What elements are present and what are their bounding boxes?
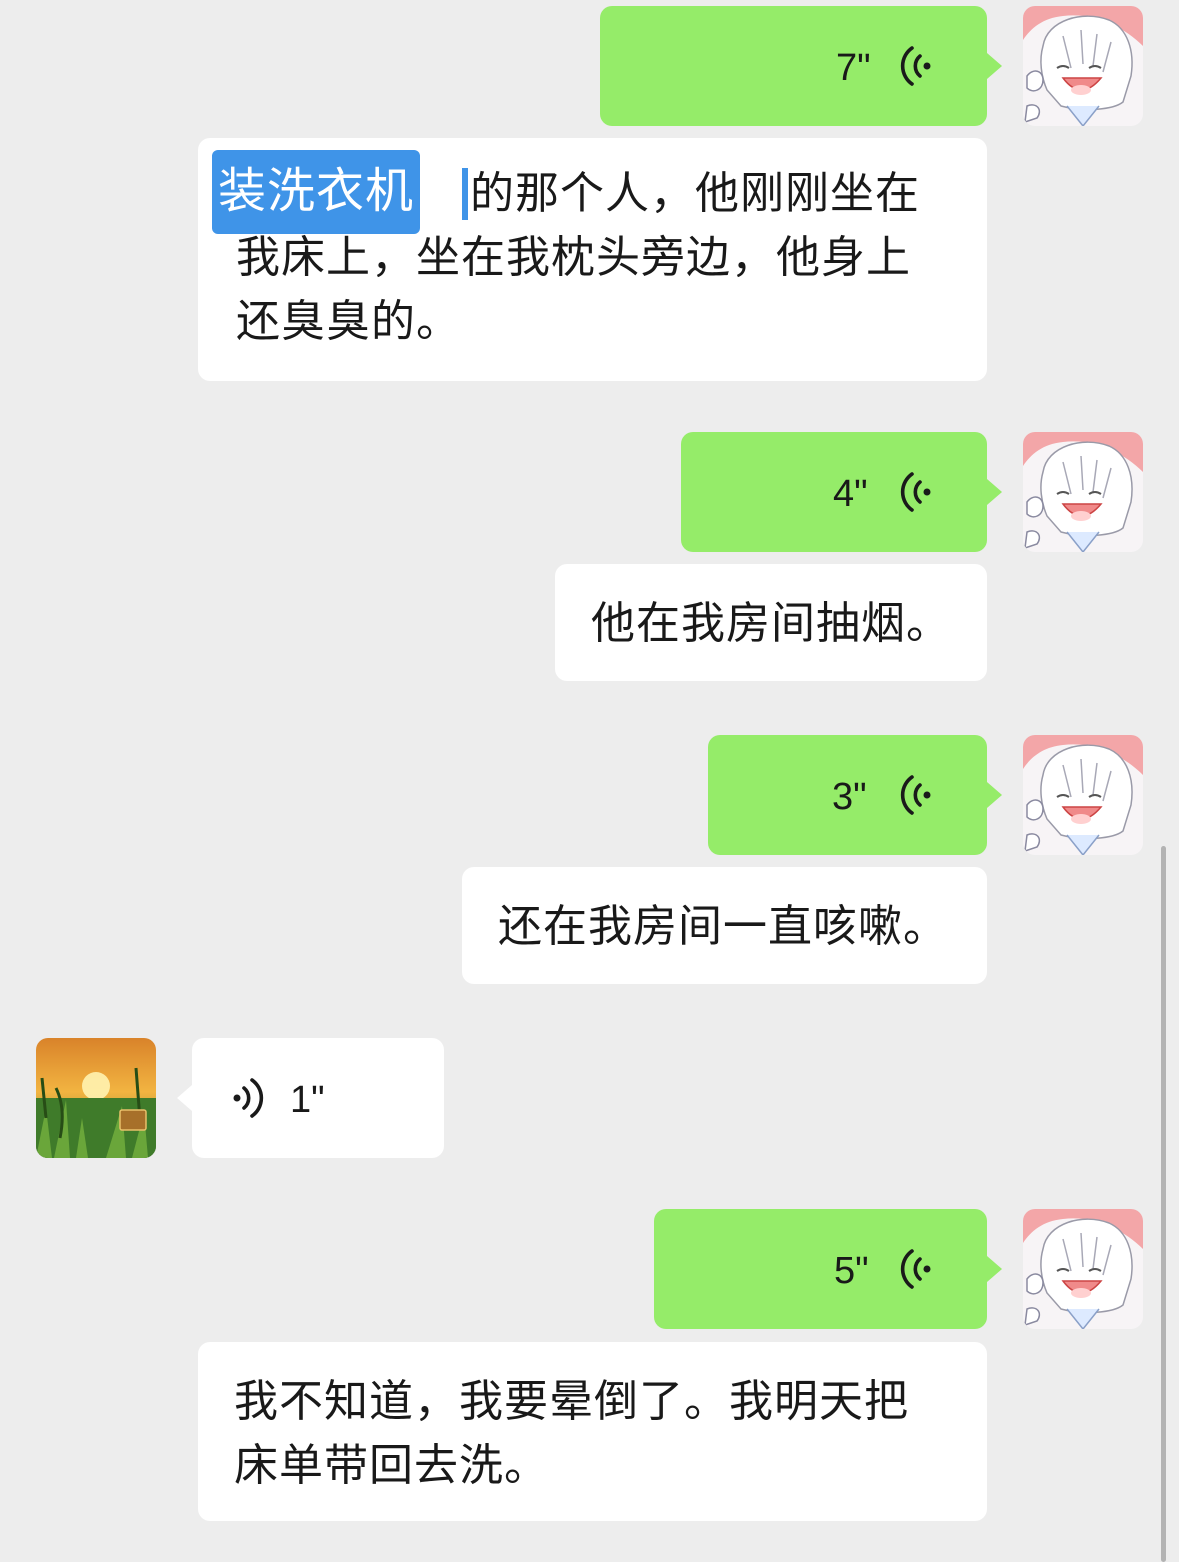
voice-wave-icon (900, 1247, 934, 1291)
message-text: 他在我房间抽烟。 (591, 598, 951, 649)
message-line: 我床上，坐在我枕头旁边，他身上 (236, 232, 911, 283)
anime-girl-avatar-icon (1023, 1209, 1143, 1329)
self-avatar[interactable] (1023, 6, 1143, 126)
voice-wave-icon (900, 44, 934, 88)
voice-duration: 3" (832, 776, 867, 818)
anime-girl-avatar-icon (1023, 735, 1143, 855)
message-text: 还在我房间一直咳嗽。 (498, 901, 948, 952)
text-selection-highlight[interactable]: 装洗衣机 (212, 150, 421, 234)
text-message-bubble[interactable]: 我不知道，我要晕倒了。我明天把 床单带回去洗。 (198, 1342, 987, 1521)
voice-wave-icon (230, 1076, 264, 1120)
self-avatar[interactable] (1023, 735, 1143, 855)
text-message-bubble[interactable]: 他在我房间抽烟。 (555, 564, 987, 681)
voice-message-bubble[interactable]: 4" (681, 432, 987, 552)
voice-message-bubble[interactable]: 5" (654, 1209, 987, 1329)
voice-duration: 4" (833, 473, 868, 515)
sunset-field-avatar-icon (36, 1038, 156, 1158)
anime-girl-avatar-icon (1023, 432, 1143, 552)
anime-girl-avatar-icon (1023, 6, 1143, 126)
selection-handle[interactable] (462, 168, 468, 220)
scrollbar[interactable] (1161, 846, 1166, 1562)
message-line: 床单带回去洗。 (234, 1440, 549, 1491)
voice-wave-icon (900, 773, 934, 817)
voice-duration: 1" (290, 1079, 325, 1121)
bubble-tail (987, 782, 1002, 808)
voice-message-bubble[interactable]: 3" (708, 735, 987, 855)
message-line: 还臭臭的。 (236, 296, 461, 347)
bubble-tail (987, 53, 1002, 79)
voice-duration: 5" (834, 1250, 869, 1292)
message-line: 我不知道，我要晕倒了。我明天把 (234, 1376, 909, 1427)
bubble-tail (987, 479, 1002, 505)
self-avatar[interactable] (1023, 432, 1143, 552)
bubble-tail (177, 1085, 192, 1111)
self-avatar[interactable] (1023, 1209, 1143, 1329)
contact-avatar[interactable] (36, 1038, 156, 1158)
bubble-tail (987, 1256, 1002, 1282)
voice-wave-icon (900, 470, 934, 514)
voice-duration: 7" (836, 47, 871, 89)
voice-message-bubble[interactable]: 7" (600, 6, 987, 126)
text-message-bubble[interactable]: 还在我房间一直咳嗽。 (462, 867, 987, 984)
voice-message-bubble[interactable]: 1" (192, 1038, 444, 1158)
